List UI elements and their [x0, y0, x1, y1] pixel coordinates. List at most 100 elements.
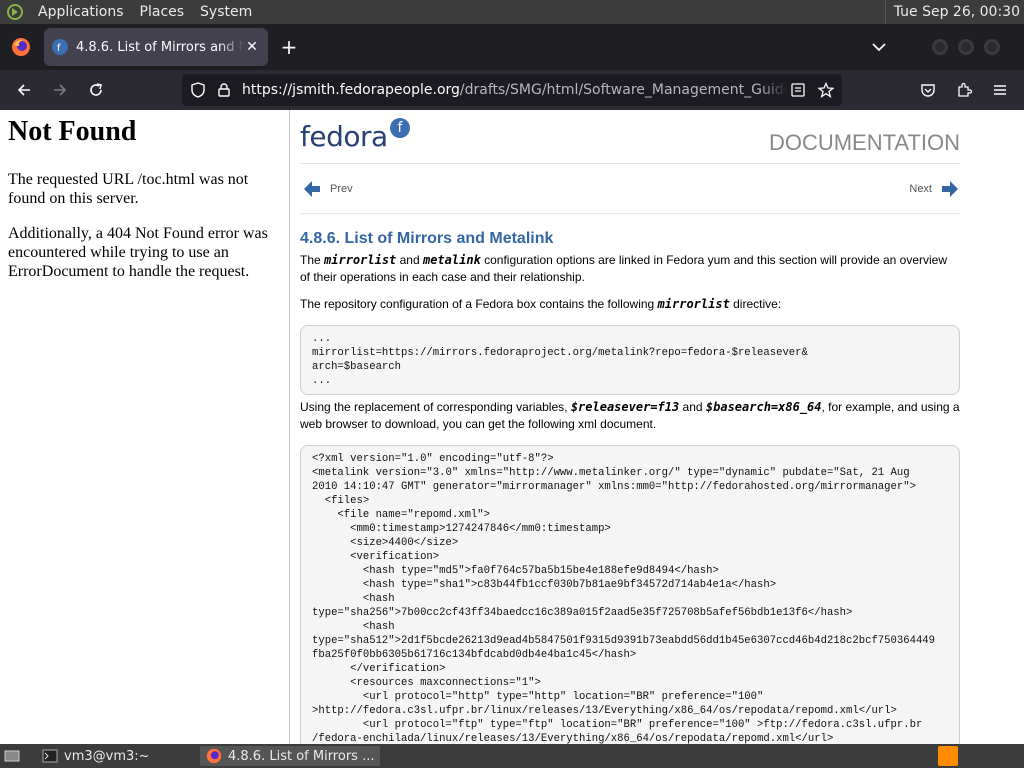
fedora-logo-text: fedora — [300, 120, 388, 153]
url-bar[interactable]: https://jsmith.fedorapeople.org/drafts/S… — [182, 74, 842, 106]
code-metalink: metalink — [422, 253, 481, 267]
doc-body: fedora f DOCUMENTATION Prev Next 4.8.6. L… — [300, 110, 960, 744]
bookmark-star-icon[interactable] — [816, 80, 836, 100]
intro-paragraph: The mirrorlist and metalink configuratio… — [300, 252, 960, 286]
repo-paragraph: The repository configuration of a Fedora… — [300, 296, 960, 313]
url-path: /drafts/SMG/html/Software_Management_Gui… — [459, 82, 787, 98]
code-line: mirrorlist=https://mirrors.fedoraproject… — [312, 347, 808, 359]
next-link[interactable]: Next — [909, 179, 960, 199]
code-line: type="sha512">2d1f5bcde26213d9ead4b58475… — [312, 635, 936, 647]
firefox-icon — [206, 748, 222, 764]
fedora-logo[interactable]: fedora f — [300, 118, 410, 153]
code-line: /fedora-enchilada/linux/releases/13/Ever… — [312, 733, 834, 744]
tray-firefox-icon[interactable] — [938, 746, 958, 766]
page-content: Not Found The requested URL /toc.html wa… — [0, 110, 1024, 744]
code-basearch: $basearch=x86_64 — [705, 400, 822, 414]
taskbar-label: 4.8.6. List of Mirrors ... — [228, 748, 375, 764]
next-arrow-icon — [942, 181, 958, 197]
code-line: <url protocol="ftp" type="ftp" location=… — [312, 719, 923, 731]
code-line: <file name="repomd.xml"> — [312, 509, 491, 521]
tab-active[interactable]: f 4.8.6. List of Mirrors and Metalink ✕ — [44, 28, 268, 66]
svg-text:f: f — [57, 43, 61, 52]
menu-system[interactable]: System — [192, 0, 260, 24]
code-line: fba25f0f0bb6305b61716c134bfdcabd0db4e4ba… — [312, 649, 637, 661]
fedora-favicon-icon: f — [52, 39, 68, 55]
code-block-xml: <?xml version="1.0" encoding="utf-8"?> <m… — [300, 445, 960, 744]
prev-label: Prev — [330, 183, 353, 195]
code-line: <hash — [312, 621, 395, 633]
pocket-icon[interactable] — [914, 76, 942, 104]
code-line: 2010 14:10:47 GMT" generator="mirrormana… — [312, 481, 916, 493]
terminal-icon — [42, 749, 58, 763]
firefox-icon[interactable] — [6, 32, 36, 62]
code-line: type="sha256">7b00cc2cf43ff34baedcc16c38… — [312, 607, 853, 619]
right-frame: fedora f DOCUMENTATION Prev Next 4.8.6. L… — [292, 110, 1024, 744]
clock[interactable]: Tue Sep 26, 00:30 — [884, 0, 1020, 24]
text: and — [396, 253, 423, 267]
pager: Prev Next — [300, 164, 960, 214]
maximize-button[interactable] — [958, 39, 974, 55]
shield-icon[interactable] — [188, 80, 208, 100]
code-line: <files> — [312, 495, 370, 507]
prev-link[interactable]: Prev — [302, 179, 353, 199]
text: and — [679, 400, 706, 414]
code-line: <url protocol="http" type="http" locatio… — [312, 691, 764, 703]
url-text[interactable]: https://jsmith.fedorapeople.org/drafts/S… — [242, 74, 787, 106]
code-line: <metalink version="3.0" xmlns="http://ww… — [312, 467, 910, 479]
code-line: <verification> — [312, 551, 440, 563]
code-mirrorlist: mirrorlist — [657, 297, 730, 311]
lock-icon[interactable] — [214, 80, 234, 100]
code-line: <mm0:timestamp>1274247846</mm0:timestamp… — [312, 523, 611, 535]
section-title: 4.8.6. List of Mirrors and Metalink — [300, 230, 554, 247]
taskbar-item-terminal[interactable]: vm3@vm3:~ — [36, 746, 156, 766]
doc-header: fedora f DOCUMENTATION — [300, 110, 960, 164]
taskbar-label: vm3@vm3:~ — [64, 748, 150, 764]
code-block-mirrorlist: ... mirrorlist=https://mirrors.fedoraproj… — [300, 325, 960, 395]
variables-paragraph: Using the replacement of corresponding v… — [300, 399, 960, 433]
chevron-down-icon[interactable] — [868, 36, 890, 58]
close-window-button[interactable] — [984, 39, 1000, 55]
code-line: <?xml version="1.0" encoding="utf-8"?> — [312, 453, 554, 465]
fedora-infinity-icon: f — [389, 118, 410, 138]
distro-logo-icon[interactable] — [4, 1, 26, 23]
menu-places[interactable]: Places — [132, 0, 193, 24]
show-desktop-icon[interactable] — [0, 744, 24, 768]
code-line: </verification> — [312, 663, 446, 675]
tab-bar: f 4.8.6. List of Mirrors and Metalink ✕ … — [0, 24, 1024, 70]
code-line: <size>4400</size> — [312, 537, 459, 549]
text: The repository configuration of a Fedora… — [300, 297, 658, 311]
code-line: ... — [312, 333, 332, 345]
code-mirrorlist: mirrorlist — [324, 253, 397, 267]
code-line: ... — [312, 375, 332, 387]
code-line: arch=$basearch — [312, 361, 402, 373]
new-tab-icon[interactable]: + — [278, 35, 300, 59]
error-message: The requested URL /toc.html was not foun… — [8, 171, 249, 207]
text: directive: — [729, 297, 782, 311]
code-line: <hash — [312, 593, 395, 605]
minimize-button[interactable] — [932, 39, 948, 55]
top-panel: Applications Places System Tue Sep 26, 0… — [0, 0, 1024, 24]
panel-menu: Applications Places System — [0, 0, 260, 24]
window-controls — [932, 39, 1000, 55]
code-line: <hash type="md5">fa0f764c57ba5b15be4e188… — [312, 565, 719, 577]
bottom-panel: vm3@vm3:~ 4.8.6. List of Mirrors ... — [0, 744, 1024, 768]
reload-icon[interactable] — [82, 76, 110, 104]
nav-bar: https://jsmith.fedorapeople.org/drafts/S… — [0, 70, 1024, 110]
code-line: >http://fedora.c3sl.ufpr.br/linux/releas… — [312, 705, 897, 717]
back-arrow-icon[interactable] — [10, 76, 38, 104]
url-host: https://jsmith.fedorapeople.org — [242, 82, 460, 98]
taskbar-item-firefox[interactable]: 4.8.6. List of Mirrors ... — [200, 746, 381, 766]
menu-applications[interactable]: Applications — [30, 0, 132, 24]
reader-view-icon[interactable] — [788, 80, 808, 100]
error-heading: Not Found — [8, 116, 137, 147]
code-line: <hash type="sha1">c83b44fb1ccf030b7b81ae… — [312, 579, 777, 591]
code-line: <resources maxconnections="1"> — [312, 677, 541, 689]
error-detail: Additionally, a 404 Not Found error was … — [8, 225, 268, 280]
next-label: Next — [909, 183, 932, 195]
tab-title: 4.8.6. List of Mirrors and Metalink — [76, 39, 244, 55]
forward-arrow-icon[interactable] — [46, 76, 74, 104]
close-tab-icon[interactable]: ✕ — [244, 39, 260, 55]
documentation-title: DOCUMENTATION — [768, 130, 960, 155]
extensions-icon[interactable] — [950, 76, 978, 104]
menu-hamburger-icon[interactable] — [986, 76, 1014, 104]
